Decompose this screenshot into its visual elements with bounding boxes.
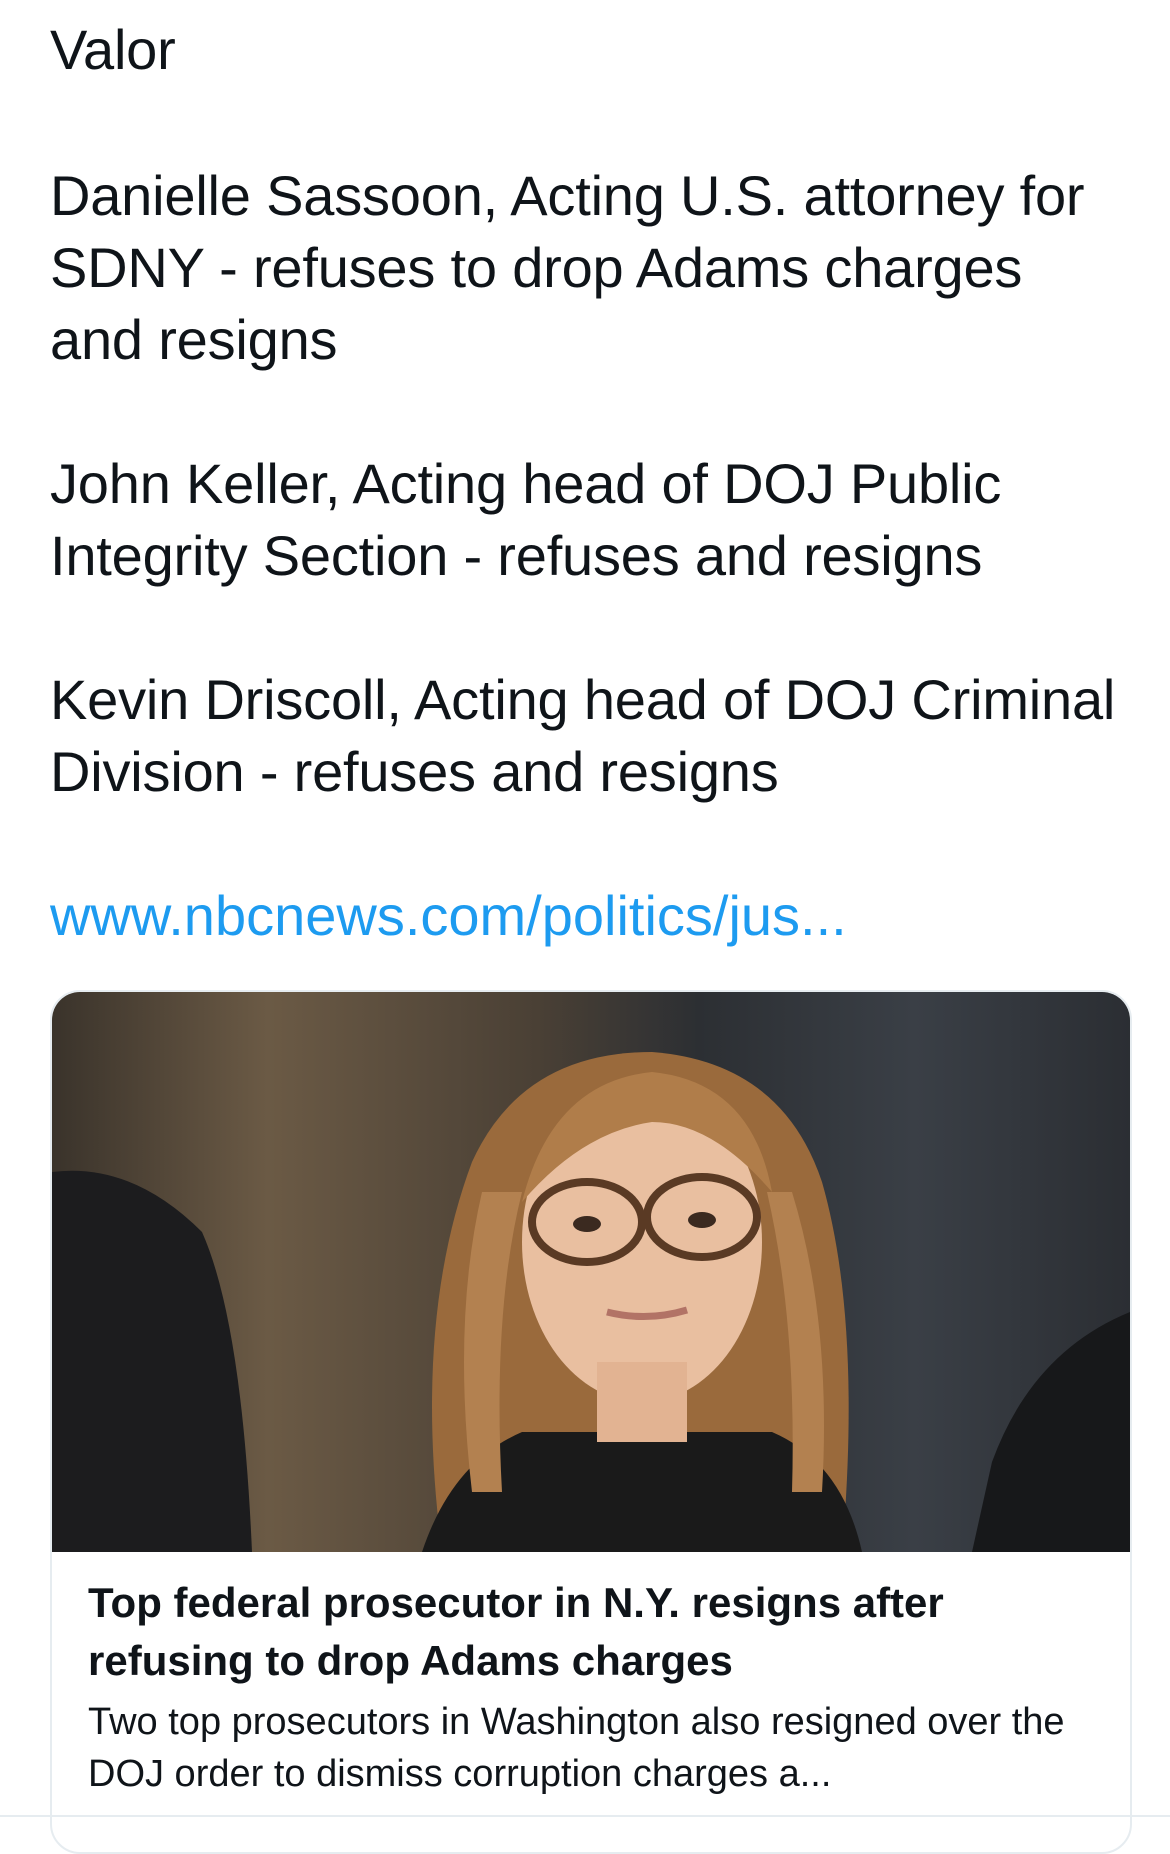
post-text-line-1: Valor [50, 18, 176, 81]
link-card-text[interactable]: Top federal prosecutor in N.Y. resigns a… [88, 1574, 1098, 1800]
post-text-paragraph-2: Danielle Sassoon, Acting U.S. attorney f… [50, 164, 1085, 371]
portrait-illustration [52, 1052, 1130, 1552]
article-link[interactable]: www.nbcnews.com/politics/jus... [50, 880, 847, 952]
link-preview-card[interactable]: Top federal prosecutor in N.Y. resigns a… [50, 990, 1132, 1854]
link-card-title[interactable]: Top federal prosecutor in N.Y. resigns a… [88, 1574, 1098, 1690]
post-text-paragraph-4: Kevin Driscoll, Acting head of DOJ Crimi… [50, 668, 1116, 803]
post-text-paragraph-3: John Keller, Acting head of DOJ Public I… [50, 452, 1002, 587]
article-thumbnail-image[interactable] [52, 992, 1130, 1552]
divider [0, 1815, 1170, 1817]
link-card-description: Two top prosecutors in Washington also r… [88, 1701, 1065, 1795]
